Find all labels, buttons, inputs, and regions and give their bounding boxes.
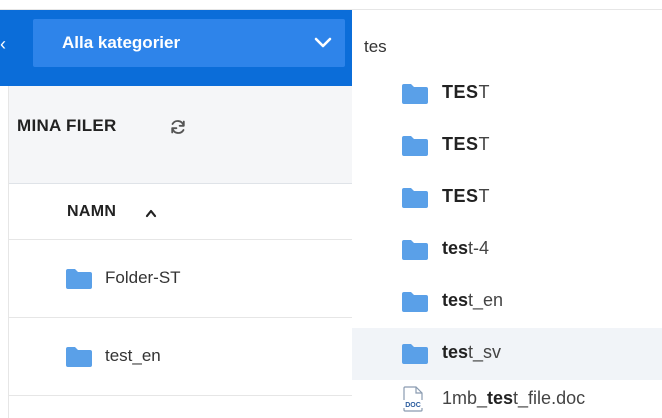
search-results-dropdown: TEST TEST TEST test-4 test_en test_sv DO… <box>352 68 662 418</box>
folder-icon <box>402 292 428 312</box>
folder-icon <box>402 344 428 364</box>
match-highlight: TES <box>442 186 479 206</box>
category-select-label: Alla kategorier <box>62 33 181 52</box>
my-files-panel: MINA FILER NAMN Folder-ST test_en <box>8 86 353 418</box>
search-result-item[interactable]: TEST <box>352 68 662 120</box>
match-rest: T <box>478 134 491 154</box>
column-header-name[interactable]: NAMN <box>9 184 353 240</box>
search-result-name: TEST <box>442 186 490 207</box>
sort-ascending-icon <box>145 209 157 218</box>
folder-icon <box>402 240 428 260</box>
chevron-down-icon <box>314 37 332 48</box>
doc-file-icon: DOC <box>402 386 424 412</box>
search-result-item[interactable]: test-4 <box>352 224 662 276</box>
search-result-name: test-4 <box>442 238 489 259</box>
table-row[interactable]: test_en <box>9 318 353 396</box>
back-chevron-icon[interactable]: ‹ <box>0 30 12 58</box>
folder-icon <box>66 269 92 289</box>
page-title: MINA FILER <box>17 116 117 135</box>
search-result-item[interactable]: test_en <box>352 276 662 328</box>
match-highlight: tes <box>442 290 469 310</box>
match-highlight: TES <box>442 134 479 154</box>
file-name: test_en <box>105 346 161 365</box>
refresh-icon[interactable] <box>169 118 187 136</box>
category-select[interactable]: Alla kategorier <box>33 19 345 67</box>
folder-icon <box>402 136 428 156</box>
match-highlight: tes <box>442 342 469 362</box>
my-files-header: MINA FILER <box>9 86 353 184</box>
match-rest: t_en <box>468 290 504 310</box>
match-prefix: 1mb_ <box>442 388 488 408</box>
match-rest: t_file.doc <box>513 388 586 408</box>
search-input[interactable] <box>364 30 654 64</box>
search-result-name: TEST <box>442 134 490 155</box>
match-rest: t_sv <box>468 342 502 362</box>
match-highlight: TES <box>442 82 479 102</box>
search-result-item[interactable]: TEST <box>352 120 662 172</box>
search-result-item[interactable]: DOC 1mb_test_file.doc <box>352 374 662 418</box>
search-result-name: test_sv <box>442 342 501 363</box>
search-result-item[interactable]: test_sv <box>352 328 662 380</box>
svg-text:DOC: DOC <box>405 402 421 409</box>
folder-icon <box>402 188 428 208</box>
search-result-name: TEST <box>442 82 490 103</box>
match-highlight: tes <box>487 388 514 408</box>
folder-icon <box>402 84 428 104</box>
match-highlight: tes <box>442 238 469 258</box>
match-rest: T <box>478 186 491 206</box>
match-rest: t-4 <box>468 238 490 258</box>
top-strip <box>0 0 662 10</box>
search-result-name: 1mb_test_file.doc <box>442 388 585 409</box>
match-rest: T <box>478 82 491 102</box>
table-row[interactable]: Folder-ST <box>9 240 353 318</box>
search-result-name: test_en <box>442 290 503 311</box>
folder-icon <box>66 347 92 367</box>
file-name: Folder-ST <box>105 268 181 287</box>
search-result-item[interactable]: TEST <box>352 172 662 224</box>
column-header-label: NAMN <box>67 203 117 220</box>
